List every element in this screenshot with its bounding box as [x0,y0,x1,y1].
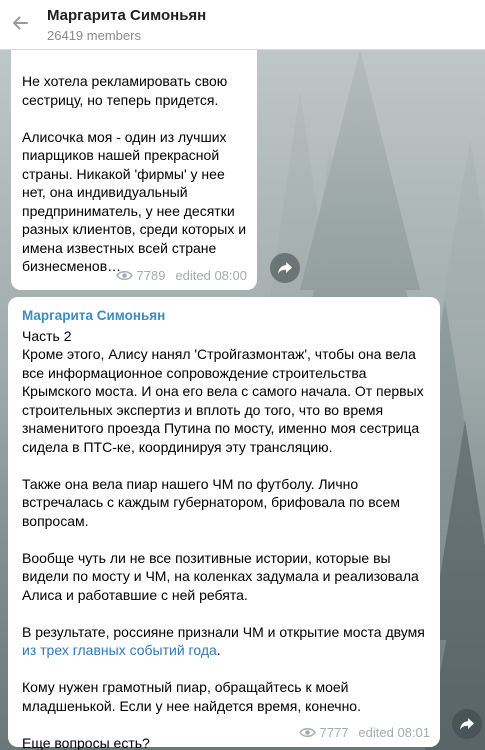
edited-time: edited 08:00 [175,267,247,283]
members-count: 26419 members [47,28,141,43]
message-paragraph: В результате, россияне признали ЧМ и отк… [22,623,426,660]
chat-title[interactable]: Маргарита Симоньян [47,7,206,24]
share-button[interactable] [452,709,482,739]
message-bubble[interactable]: Не хотела рекламировать свою сестрицу, н… [11,42,257,290]
message-link[interactable]: из [22,642,36,658]
message-part-label: Часть 2 [22,327,72,344]
message-bubble[interactable]: Маргарита Симоньян Часть 2 Кроме этого, … [8,297,440,750]
message-paragraph: Кому нужен грамотный пиар, обращайтесь к… [22,679,361,714]
text-fragment: . [216,642,221,658]
share-arrow-icon [278,262,292,274]
share-arrow-icon [460,718,474,730]
message-paragraph: Вообще чуть ли не все позитивные истории… [22,549,419,603]
eye-icon [115,271,133,281]
view-count: 7777 [319,724,349,740]
eye-icon [298,728,316,738]
text-fragment: В результате, россияне признали ЧМ и отк… [22,623,425,640]
message-paragraph: Алисочка моя - один из лучших пиарщиков … [22,128,247,275]
chat-header: Маргарита Симоньян 26419 members [0,0,485,50]
view-count: 7789 [136,267,166,283]
share-button[interactable] [270,253,300,283]
edited-time: edited 08:01 [358,724,430,740]
message-paragraph: Также она вела пиар нашего ЧМ по футболу… [22,475,400,529]
back-button[interactable] [6,9,34,37]
sender-name[interactable]: Маргарита Симоньян [22,307,426,326]
arrow-left-icon [13,16,28,30]
message-meta: 7789 edited 08:00 [115,267,247,286]
message-meta: 7777 edited 08:01 [298,724,430,743]
message-link[interactable]: трех главных событий года [40,642,217,658]
message-paragraph: Кроме этого, Алису нанял 'Стройгазмонтаж… [22,346,424,455]
message-paragraph: Не хотела рекламировать свою сестрицу, н… [22,73,228,108]
